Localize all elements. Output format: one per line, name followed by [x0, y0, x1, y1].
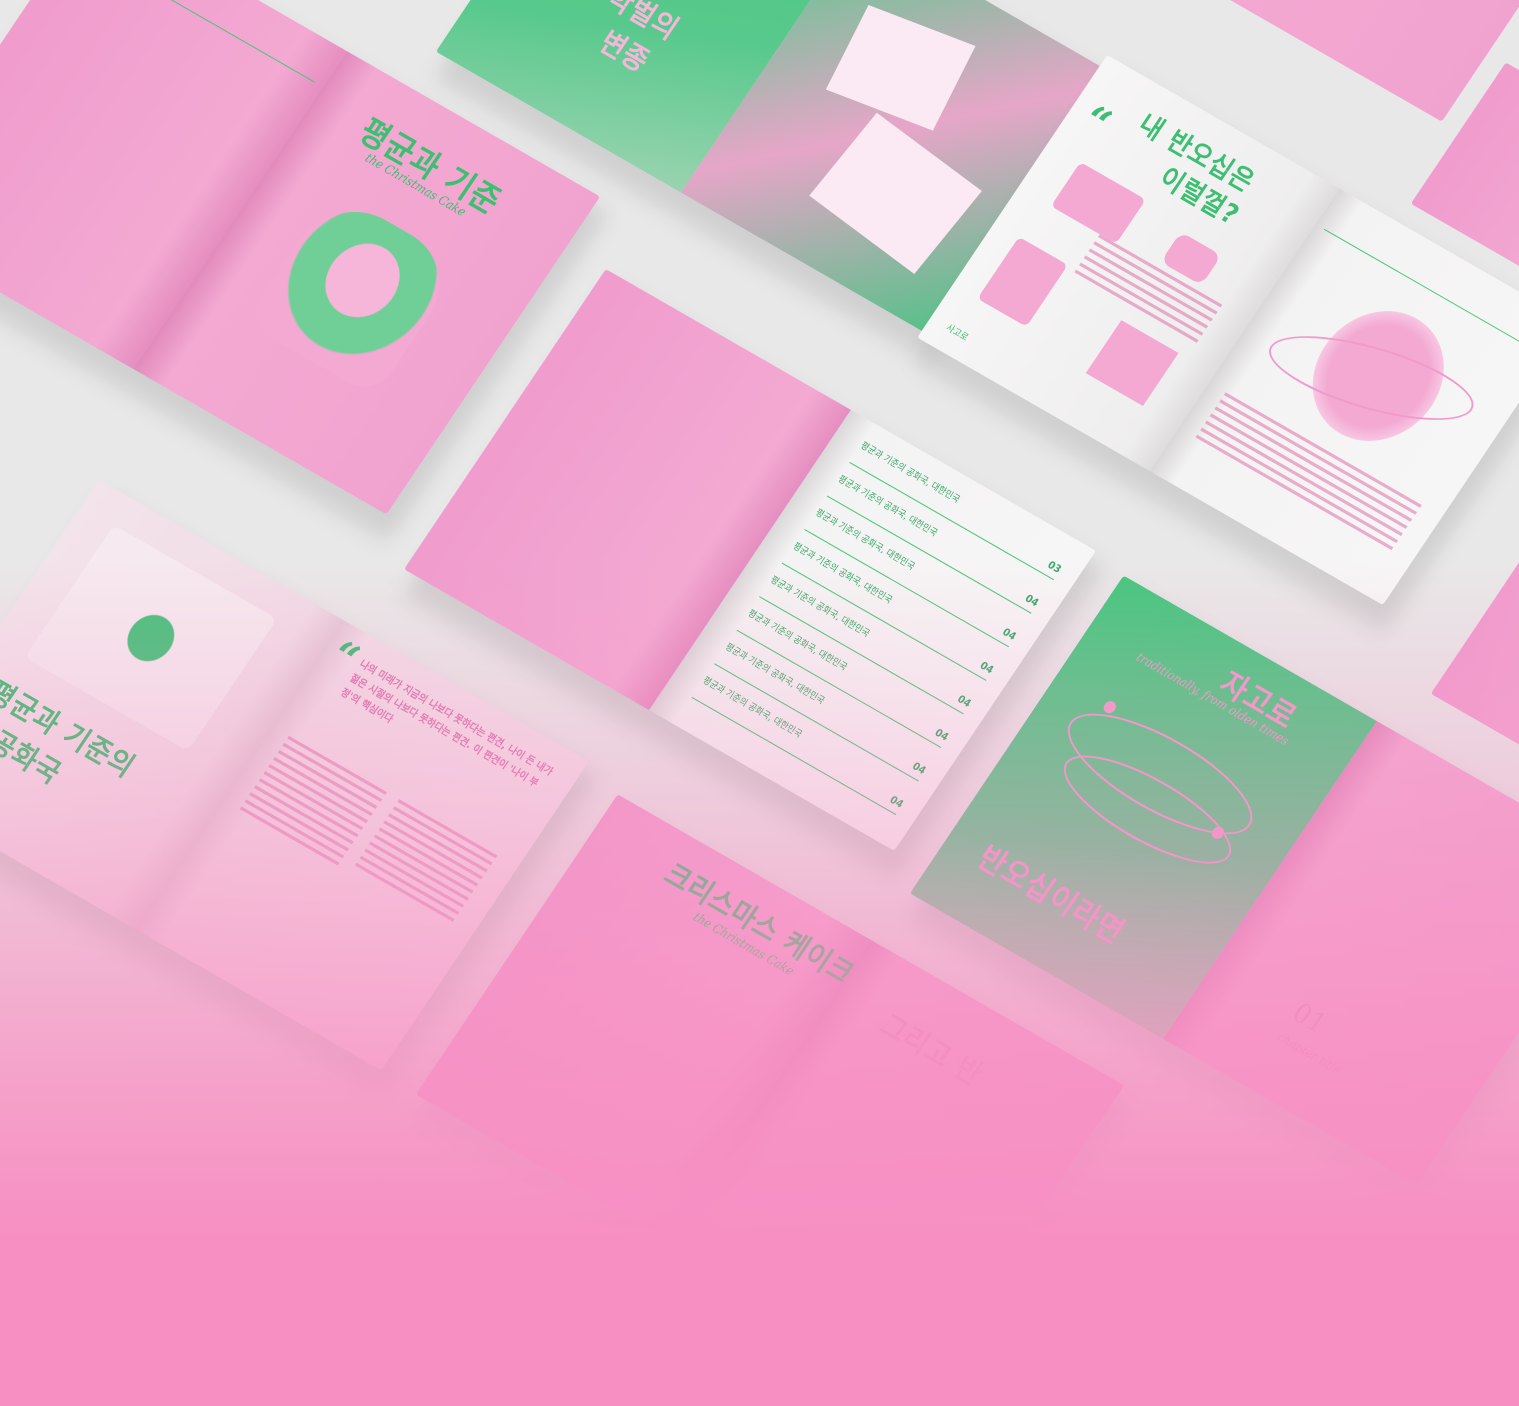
product-shorts-image	[1085, 320, 1179, 406]
product-cans-image	[977, 236, 1068, 327]
magazine-partial-right-lower	[1430, 552, 1519, 788]
body-text-col-2	[352, 799, 498, 926]
orbit-dot	[1101, 699, 1119, 716]
christmas-title: 크리스마스 케이크	[657, 856, 862, 992]
collage-note-2	[809, 112, 982, 274]
hoya-footer: 사고로	[943, 323, 970, 344]
christmas-right-title: 그리고 반	[873, 1007, 990, 1093]
magazine-partial-top-right	[1147, 0, 1519, 122]
collage-note-1	[825, 4, 976, 131]
product-bag-image	[1050, 162, 1146, 244]
chapter-number: 01	[1286, 997, 1333, 1041]
sagoro-bottom-title: 반오십이라면	[970, 839, 1132, 952]
magazine-spread-scene: 평균과 기준 the Christmas Cake 학벌의 변종 “ 내 반오십…	[0, 0, 1519, 1406]
open-quote-icon: “	[1071, 95, 1121, 150]
page-left	[1430, 552, 1519, 788]
cake-illustration	[243, 189, 464, 398]
page-right	[1147, 0, 1519, 122]
